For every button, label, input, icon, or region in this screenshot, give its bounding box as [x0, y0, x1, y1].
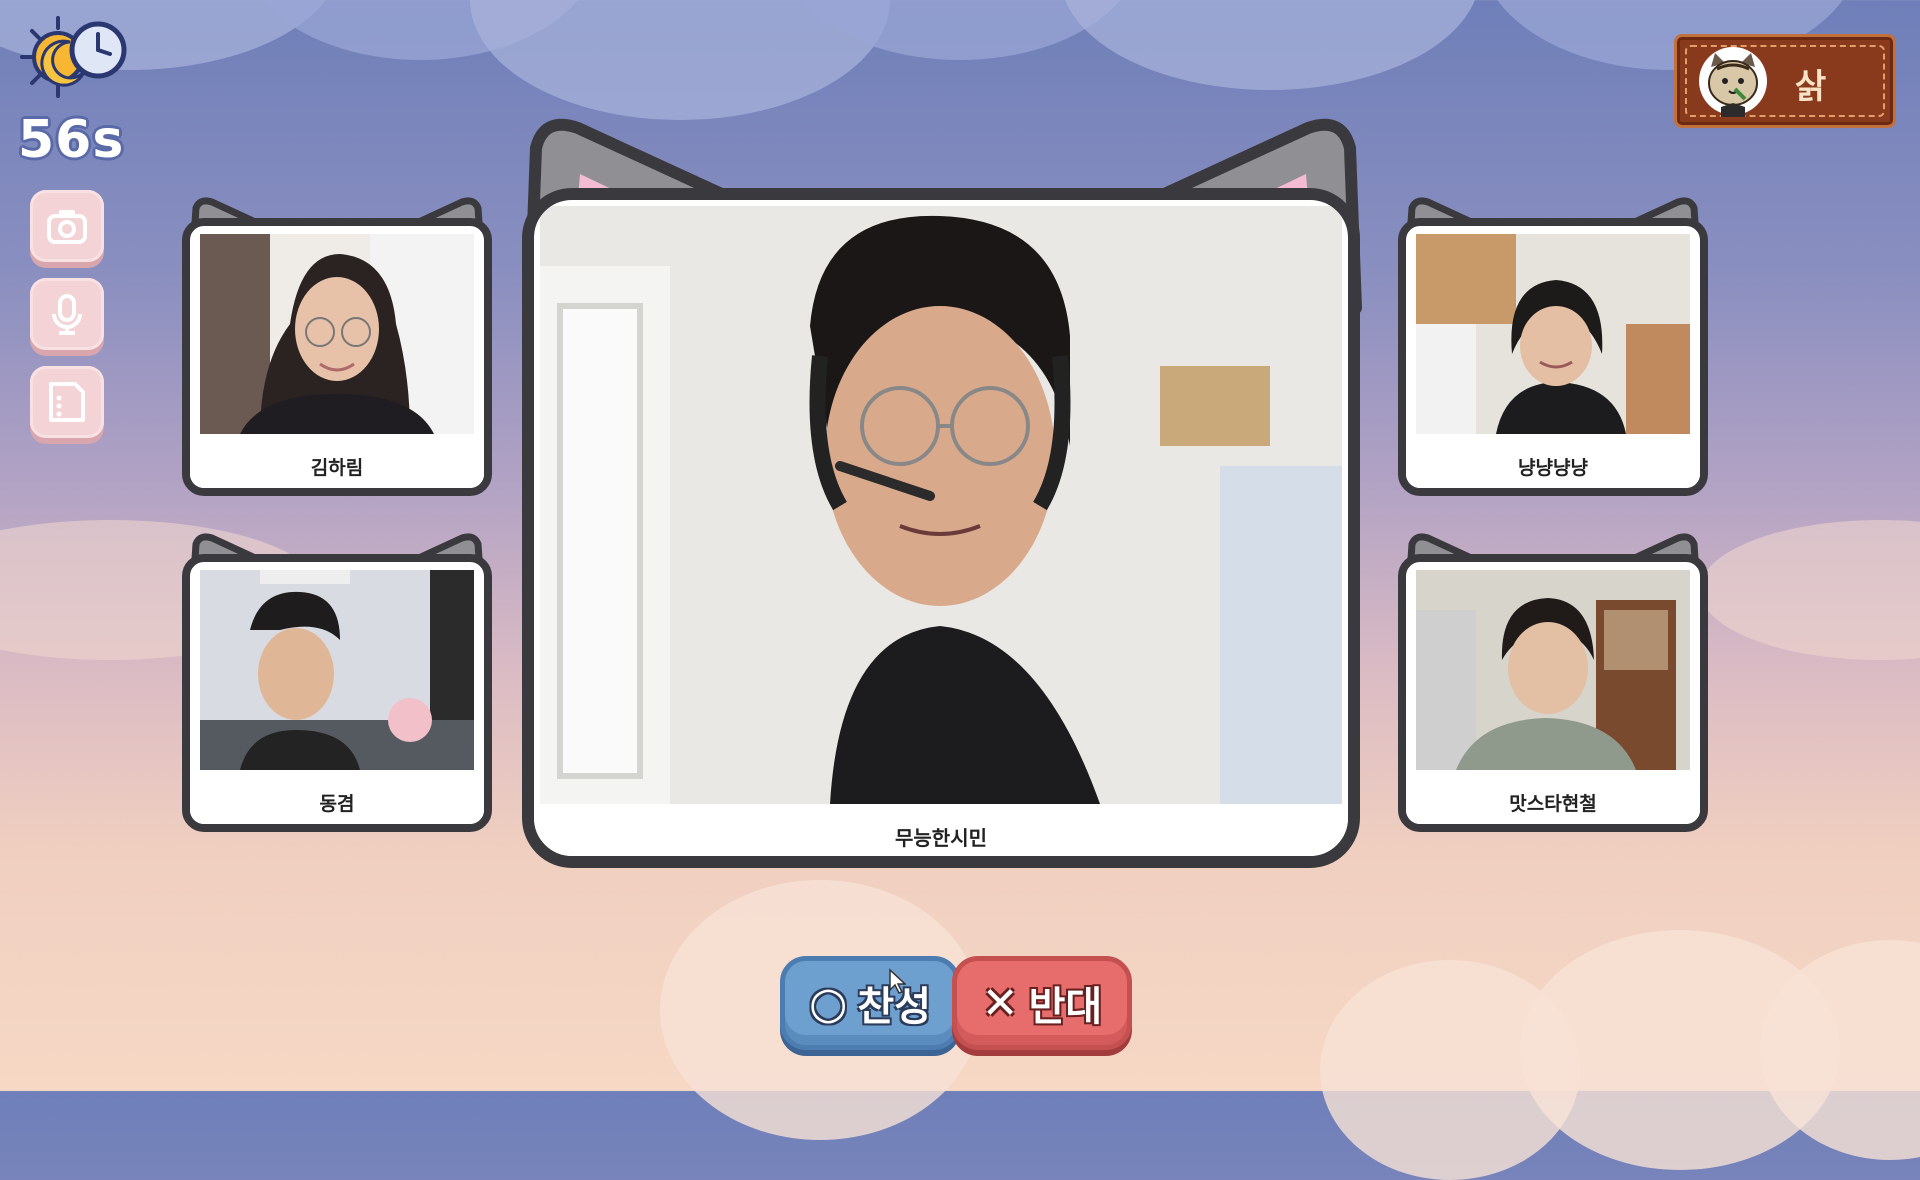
- player-video: [540, 206, 1342, 804]
- countdown-timer: 56s: [18, 110, 125, 170]
- camera-toggle-button[interactable]: [30, 190, 104, 262]
- player-tile-bottom-left: 동겸: [182, 532, 492, 832]
- tiger-avatar-icon: [1699, 47, 1767, 117]
- disagree-label: 반대: [1028, 984, 1103, 1030]
- player-video: [200, 234, 474, 434]
- microphone-icon: [52, 294, 82, 335]
- memo-icon: [49, 382, 85, 422]
- role-badge: 삵: [1674, 34, 1896, 128]
- player-tile-bottom-right: 맛스타현철: [1398, 532, 1708, 832]
- player-video: [200, 570, 474, 770]
- disagree-vote-button[interactable]: ✕ 반대: [952, 956, 1132, 1050]
- sun-moon-clock-icon: [18, 12, 130, 104]
- player-name: 김하림: [190, 444, 484, 488]
- mouse-cursor-icon: [889, 968, 906, 994]
- player-tile-top-right: 냥냥냥냥: [1398, 196, 1708, 496]
- x-icon: ✕: [981, 977, 1019, 1029]
- player-name: 동겸: [190, 780, 484, 824]
- player-name: 맛스타현철: [1406, 780, 1700, 824]
- memo-button[interactable]: [30, 366, 104, 438]
- camera-icon: [47, 210, 87, 244]
- player-name: 무능한시민: [534, 816, 1348, 856]
- circle-icon: ○: [808, 977, 848, 1029]
- role-label: 삵: [1795, 67, 1827, 107]
- player-video: [1416, 234, 1690, 434]
- microphone-toggle-button[interactable]: [30, 278, 104, 350]
- agree-vote-button[interactable]: ○ 찬성: [780, 956, 960, 1050]
- player-tile-top-left: 김하림: [182, 196, 492, 496]
- player-tile-main: 무능한시민: [522, 108, 1364, 868]
- player-name: 냥냥냥냥: [1406, 444, 1700, 488]
- player-video: [1416, 570, 1690, 770]
